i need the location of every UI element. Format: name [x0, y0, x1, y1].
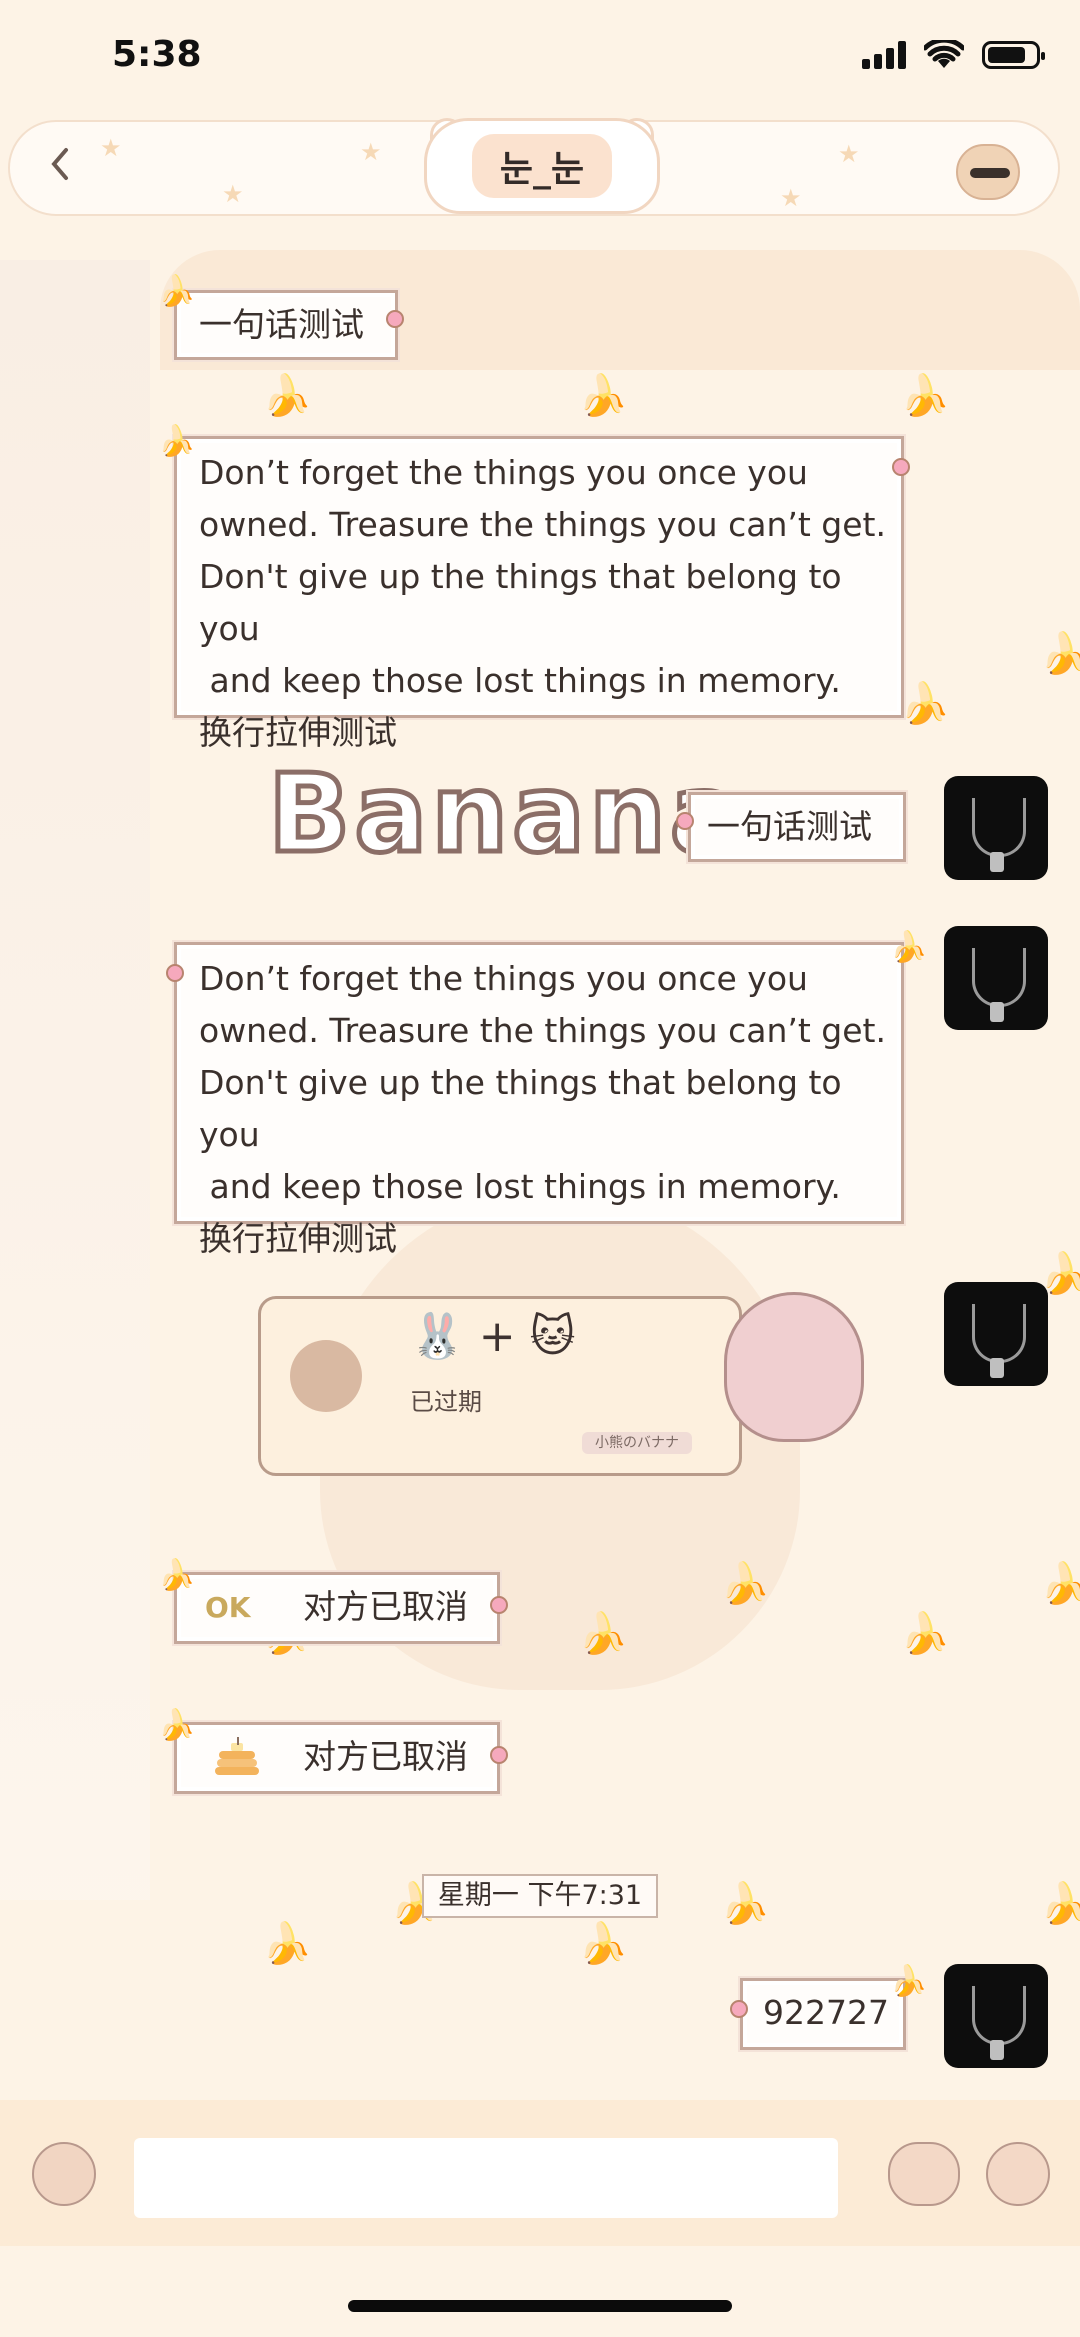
- banana-corner-icon: 🍌: [890, 930, 928, 965]
- sticker-bear-icon[interactable]: [888, 2142, 960, 2206]
- message-bubble-sent[interactable]: 922727: [740, 1978, 906, 2050]
- card-brand-label: 小熊のバナナ: [582, 1432, 692, 1454]
- message-bubble-sent[interactable]: 一句话测试: [688, 792, 906, 862]
- message-text: 对方已取消: [303, 1587, 468, 1626]
- ok-sticker-icon: OK: [205, 1591, 251, 1624]
- heart-bead-icon: [730, 2000, 748, 2018]
- banana-icon: 🍌: [578, 373, 628, 419]
- banana-corner-icon: 🍌: [158, 1558, 196, 1593]
- heart-bead-icon: [676, 812, 694, 830]
- heart-bead-icon: [166, 964, 184, 982]
- star-icon: ★: [360, 138, 382, 166]
- banana-icon: 🍌: [1040, 631, 1080, 677]
- bear-icon: [290, 1340, 362, 1412]
- star-icon: ★: [100, 134, 122, 162]
- banana-icon: 🍌: [1040, 1881, 1080, 1927]
- card-emojis: 🐰 + 🐱: [410, 1311, 576, 1362]
- heart-bead-icon: [490, 1596, 508, 1614]
- message-input[interactable]: [134, 2138, 838, 2218]
- message-text: Don’t forget the things you once you own…: [199, 959, 886, 1258]
- banana-icon: 🍌: [720, 1561, 770, 1607]
- status-time: 5:38: [112, 34, 202, 75]
- user-avatar[interactable]: [944, 1964, 1048, 2068]
- voice-bear-icon[interactable]: [32, 2142, 96, 2206]
- user-avatar[interactable]: [944, 776, 1048, 880]
- home-indicator: [348, 2300, 732, 2312]
- heart-bead-icon: [386, 310, 404, 328]
- wifi-icon: [924, 40, 964, 68]
- star-icon: ★: [780, 184, 802, 212]
- background-blur: [0, 260, 150, 1900]
- banana-icon: 🍌: [900, 681, 950, 727]
- more-bear-icon[interactable]: [986, 2142, 1050, 2206]
- heart-bead-icon: [892, 458, 910, 476]
- message-text: 对方已取消: [303, 1737, 468, 1776]
- bear-sunglasses-icon[interactable]: [956, 144, 1020, 200]
- banana-icon: 🍌: [262, 1921, 312, 1967]
- message-bubble-received[interactable]: 对方已取消: [174, 1722, 500, 1794]
- message-bubble-sent[interactable]: Don’t forget the things you once you own…: [174, 942, 904, 1258]
- banana-corner-icon: 🍌: [158, 1708, 196, 1743]
- timestamp: 星期一 下午7:31: [422, 1874, 658, 1918]
- star-icon: ★: [222, 180, 244, 208]
- banana-icon: 🍌: [900, 1611, 950, 1657]
- heart-bead-icon: [490, 1746, 508, 1764]
- user-avatar[interactable]: [944, 926, 1048, 1030]
- bear-banana-sticker-icon: [724, 1292, 864, 1442]
- message-text: 922727: [763, 1993, 889, 2032]
- status-icons: [862, 40, 1045, 70]
- banana-icon: 🍌: [1040, 1561, 1080, 1607]
- banana-corner-icon: 🍌: [158, 274, 196, 309]
- banana-icon: 🍌: [262, 373, 312, 419]
- message-text: 一句话测试: [707, 807, 872, 846]
- signal-icon: [862, 41, 906, 69]
- pancake-icon: [215, 1737, 259, 1775]
- chevron-left-icon: [51, 148, 68, 180]
- banana-logo-sticker: Banana: [266, 750, 747, 880]
- star-icon: ★: [838, 140, 860, 168]
- back-button[interactable]: [48, 146, 88, 190]
- message-bubble-received[interactable]: Don’t forget the things you once you own…: [174, 436, 904, 752]
- banana-icon: 🍌: [578, 1611, 628, 1657]
- message-bubble-received[interactable]: OK 对方已取消: [174, 1572, 500, 1644]
- chat-title: 눈_눈: [424, 118, 660, 214]
- banana-icon: 🍌: [720, 1881, 770, 1927]
- battery-icon: [982, 41, 1045, 69]
- user-avatar[interactable]: [944, 1282, 1048, 1386]
- message-text: 一句话测试: [199, 305, 364, 344]
- banana-corner-icon: 🍌: [158, 424, 196, 459]
- chat-title-text: 눈_눈: [471, 134, 613, 198]
- banana-corner-icon: 🍌: [890, 1964, 928, 1999]
- banana-icon: 🍌: [900, 373, 950, 419]
- card-status: 已过期: [410, 1388, 482, 1416]
- message-text: Don’t forget the things you once you own…: [199, 453, 886, 752]
- message-bubble-received[interactable]: 一句话测试: [174, 290, 398, 360]
- banana-icon: 🍌: [578, 1921, 628, 1967]
